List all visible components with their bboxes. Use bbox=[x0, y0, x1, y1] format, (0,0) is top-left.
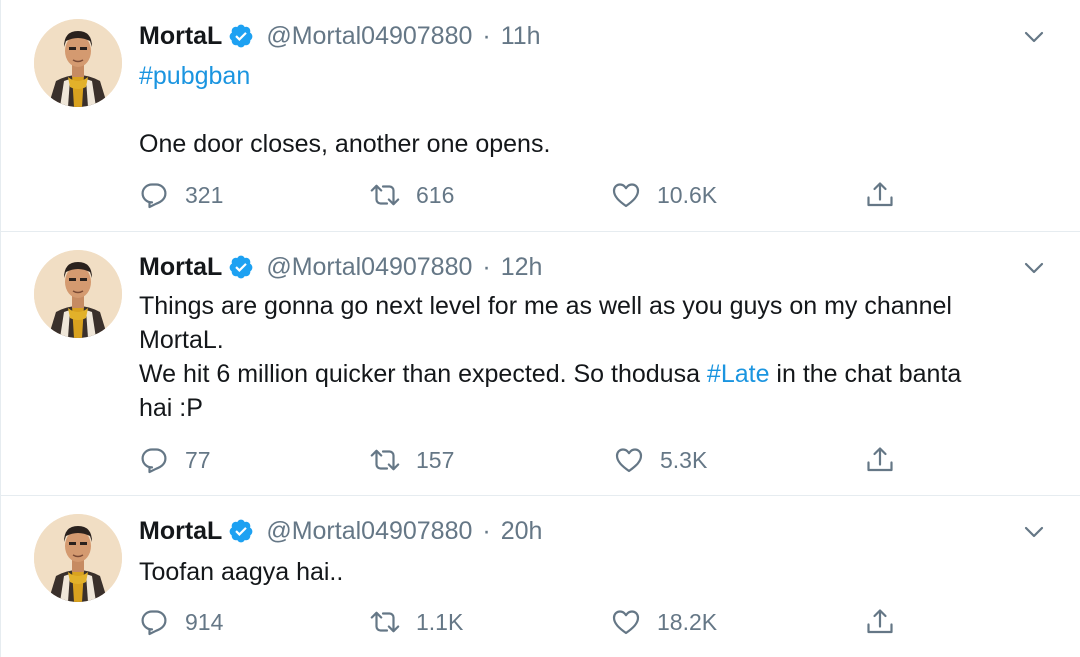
share-icon bbox=[865, 180, 895, 210]
tweet[interactable]: MortaL @Mortal04907880 · 11h #pubgban On… bbox=[1, 0, 1080, 232]
author-name[interactable]: MortaL bbox=[139, 22, 222, 51]
tweet-text-line: Toofan aagya hai.. bbox=[139, 558, 344, 586]
tweet-header: MortaL @Mortal04907880 · 12h bbox=[139, 249, 542, 285]
like-icon bbox=[611, 607, 641, 637]
tweet-timestamp[interactable]: 12h bbox=[501, 253, 543, 282]
tweet-text-segment: We hit 6 million quicker than expected. … bbox=[139, 360, 707, 388]
reply-button[interactable]: 77 bbox=[139, 443, 211, 477]
retweet-button[interactable]: 616 bbox=[370, 178, 454, 212]
reply-count: 914 bbox=[185, 608, 224, 635]
tweet[interactable]: MortaL @Mortal04907880 · 12h Things are … bbox=[1, 232, 1080, 496]
retweet-icon bbox=[370, 445, 400, 475]
reply-button[interactable]: 321 bbox=[139, 178, 223, 212]
tweet-text-line: One door closes, another one opens. bbox=[139, 130, 551, 158]
retweet-icon bbox=[370, 607, 400, 637]
reply-count: 77 bbox=[185, 446, 211, 473]
tweet-text: #pubgban bbox=[139, 59, 1059, 93]
tweet-text: Toofan aagya hai.. bbox=[139, 555, 1059, 589]
reply-count: 321 bbox=[185, 181, 224, 208]
retweet-icon bbox=[370, 180, 400, 210]
chevron-down-icon[interactable] bbox=[1024, 526, 1044, 538]
share-icon bbox=[865, 607, 895, 637]
verified-badge-icon bbox=[228, 254, 254, 280]
avatar[interactable] bbox=[34, 19, 122, 107]
tweet[interactable]: MortaL @Mortal04907880 · 20h Toofan aagy… bbox=[1, 496, 1080, 657]
retweet-button[interactable]: 1.1K bbox=[370, 605, 463, 639]
tweet-header: MortaL @Mortal04907880 · 11h bbox=[139, 18, 541, 54]
author-name[interactable]: MortaL bbox=[139, 253, 222, 282]
timeline: MortaL @Mortal04907880 · 11h #pubgban On… bbox=[0, 0, 1080, 657]
tweet-text-line: Things are gonna go next level for me as… bbox=[139, 292, 952, 320]
avatar[interactable] bbox=[34, 250, 122, 338]
chevron-down-icon[interactable] bbox=[1024, 31, 1044, 43]
separator-dot: · bbox=[482, 252, 491, 281]
tweet-text: Things are gonna go next level for me as… bbox=[139, 289, 1059, 425]
separator-dot: · bbox=[482, 516, 491, 545]
retweet-count: 157 bbox=[416, 446, 455, 473]
retweet-button[interactable]: 157 bbox=[370, 443, 454, 477]
tweet-header: MortaL @Mortal04907880 · 20h bbox=[139, 513, 542, 549]
like-button[interactable]: 10.6K bbox=[611, 178, 717, 212]
tweet-timestamp[interactable]: 11h bbox=[501, 22, 541, 51]
author-name[interactable]: MortaL bbox=[139, 517, 222, 546]
share-button[interactable] bbox=[865, 605, 895, 639]
like-count: 5.3K bbox=[660, 446, 708, 473]
reply-icon bbox=[139, 607, 169, 637]
like-icon bbox=[611, 180, 641, 210]
separator-dot: · bbox=[482, 21, 491, 50]
chevron-down-icon[interactable] bbox=[1024, 262, 1044, 274]
tweet-text: One door closes, another one opens. bbox=[139, 127, 1059, 161]
tweet-text-line: MortaL. bbox=[139, 326, 224, 354]
author-handle[interactable]: @Mortal04907880 bbox=[266, 22, 472, 51]
share-button[interactable] bbox=[865, 178, 895, 212]
share-icon bbox=[865, 445, 895, 475]
reply-icon bbox=[139, 180, 169, 210]
author-handle[interactable]: @Mortal04907880 bbox=[266, 253, 472, 282]
like-icon bbox=[614, 445, 644, 475]
tweet-text-line: hai :P bbox=[139, 394, 203, 422]
share-button[interactable] bbox=[865, 443, 895, 477]
tweet-timestamp[interactable]: 20h bbox=[501, 517, 543, 546]
like-count: 18.2K bbox=[657, 608, 718, 635]
like-count: 10.6K bbox=[657, 181, 718, 208]
tweet-text-line: We hit 6 million quicker than expected. … bbox=[139, 357, 1059, 391]
verified-badge-icon bbox=[228, 518, 254, 544]
retweet-count: 1.1K bbox=[416, 608, 464, 635]
retweet-count: 616 bbox=[416, 181, 455, 208]
hashtag-link[interactable]: #Late bbox=[707, 360, 770, 388]
avatar[interactable] bbox=[34, 514, 122, 602]
verified-badge-icon bbox=[228, 23, 254, 49]
like-button[interactable]: 5.3K bbox=[614, 443, 707, 477]
like-button[interactable]: 18.2K bbox=[611, 605, 717, 639]
tweet-text-segment: in the chat banta bbox=[769, 360, 962, 388]
reply-button[interactable]: 914 bbox=[139, 605, 223, 639]
reply-icon bbox=[139, 445, 169, 475]
author-handle[interactable]: @Mortal04907880 bbox=[266, 517, 472, 546]
hashtag-link[interactable]: #pubgban bbox=[139, 62, 250, 90]
